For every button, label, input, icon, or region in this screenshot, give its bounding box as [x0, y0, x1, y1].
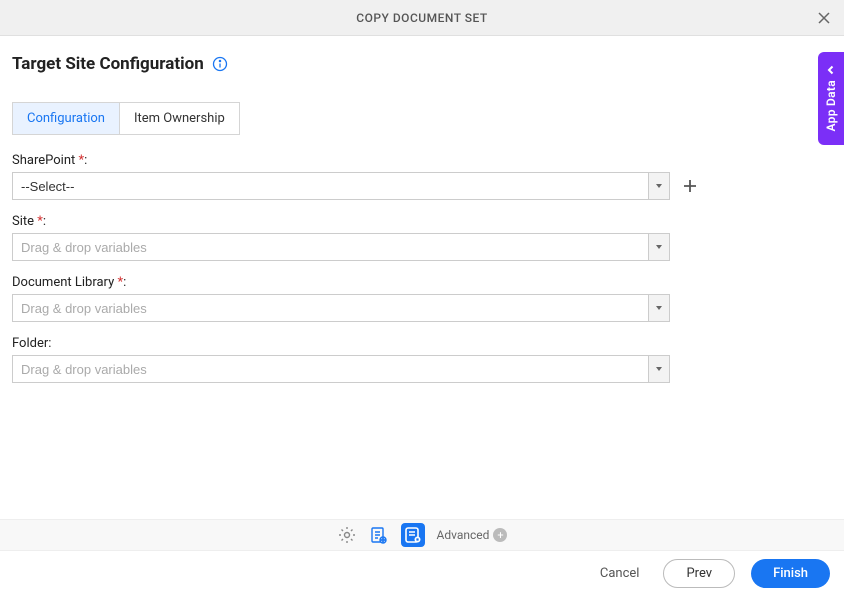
- site-label: Site *:: [12, 214, 832, 229]
- site-caret[interactable]: [648, 233, 670, 261]
- sharepoint-caret[interactable]: [648, 172, 670, 200]
- required-mark: *: [37, 214, 43, 229]
- advanced-toggle[interactable]: Advanced +: [437, 528, 508, 542]
- add-sharepoint-icon[interactable]: [682, 178, 698, 194]
- bottom-toolbar: Advanced +: [0, 519, 844, 551]
- modal-header: COPY DOCUMENT SET: [0, 0, 844, 36]
- prev-button[interactable]: Prev: [663, 559, 735, 588]
- required-mark: *: [79, 153, 85, 168]
- field-document-library: Document Library *:: [12, 275, 832, 322]
- field-folder: Folder:: [12, 336, 832, 383]
- field-sharepoint: SharePoint *:: [12, 153, 832, 200]
- folder-caret[interactable]: [648, 355, 670, 383]
- footer: Cancel Prev Finish: [0, 551, 844, 596]
- document-library-caret[interactable]: [648, 294, 670, 322]
- cancel-button[interactable]: Cancel: [592, 560, 648, 587]
- info-icon[interactable]: [212, 56, 228, 72]
- content-area: Target Site Configuration Configuration …: [0, 36, 844, 383]
- side-panel-label: App Data: [824, 80, 838, 131]
- document-gear-icon[interactable]: [369, 525, 389, 545]
- folder-input[interactable]: [12, 355, 648, 383]
- finish-button[interactable]: Finish: [751, 559, 830, 588]
- close-icon[interactable]: [816, 10, 832, 26]
- page-title: Target Site Configuration: [12, 54, 204, 74]
- tab-configuration[interactable]: Configuration: [12, 102, 120, 135]
- tabs: Configuration Item Ownership: [12, 102, 832, 135]
- chevron-left-icon: [826, 60, 836, 70]
- field-site: Site *:: [12, 214, 832, 261]
- required-mark: *: [117, 275, 123, 290]
- folder-label: Folder:: [12, 336, 832, 351]
- site-input[interactable]: [12, 233, 648, 261]
- document-library-label: Document Library *:: [12, 275, 832, 290]
- plus-circle-icon: +: [493, 528, 507, 542]
- modal-title: COPY DOCUMENT SET: [356, 11, 487, 25]
- app-data-panel-tab[interactable]: App Data: [818, 52, 844, 145]
- page-title-row: Target Site Configuration: [12, 54, 832, 74]
- tab-item-ownership[interactable]: Item Ownership: [120, 102, 240, 135]
- form-gear-icon[interactable]: [401, 523, 425, 547]
- gear-icon[interactable]: [337, 525, 357, 545]
- sharepoint-label: SharePoint *:: [12, 153, 832, 168]
- sharepoint-select[interactable]: [12, 172, 648, 200]
- document-library-input[interactable]: [12, 294, 648, 322]
